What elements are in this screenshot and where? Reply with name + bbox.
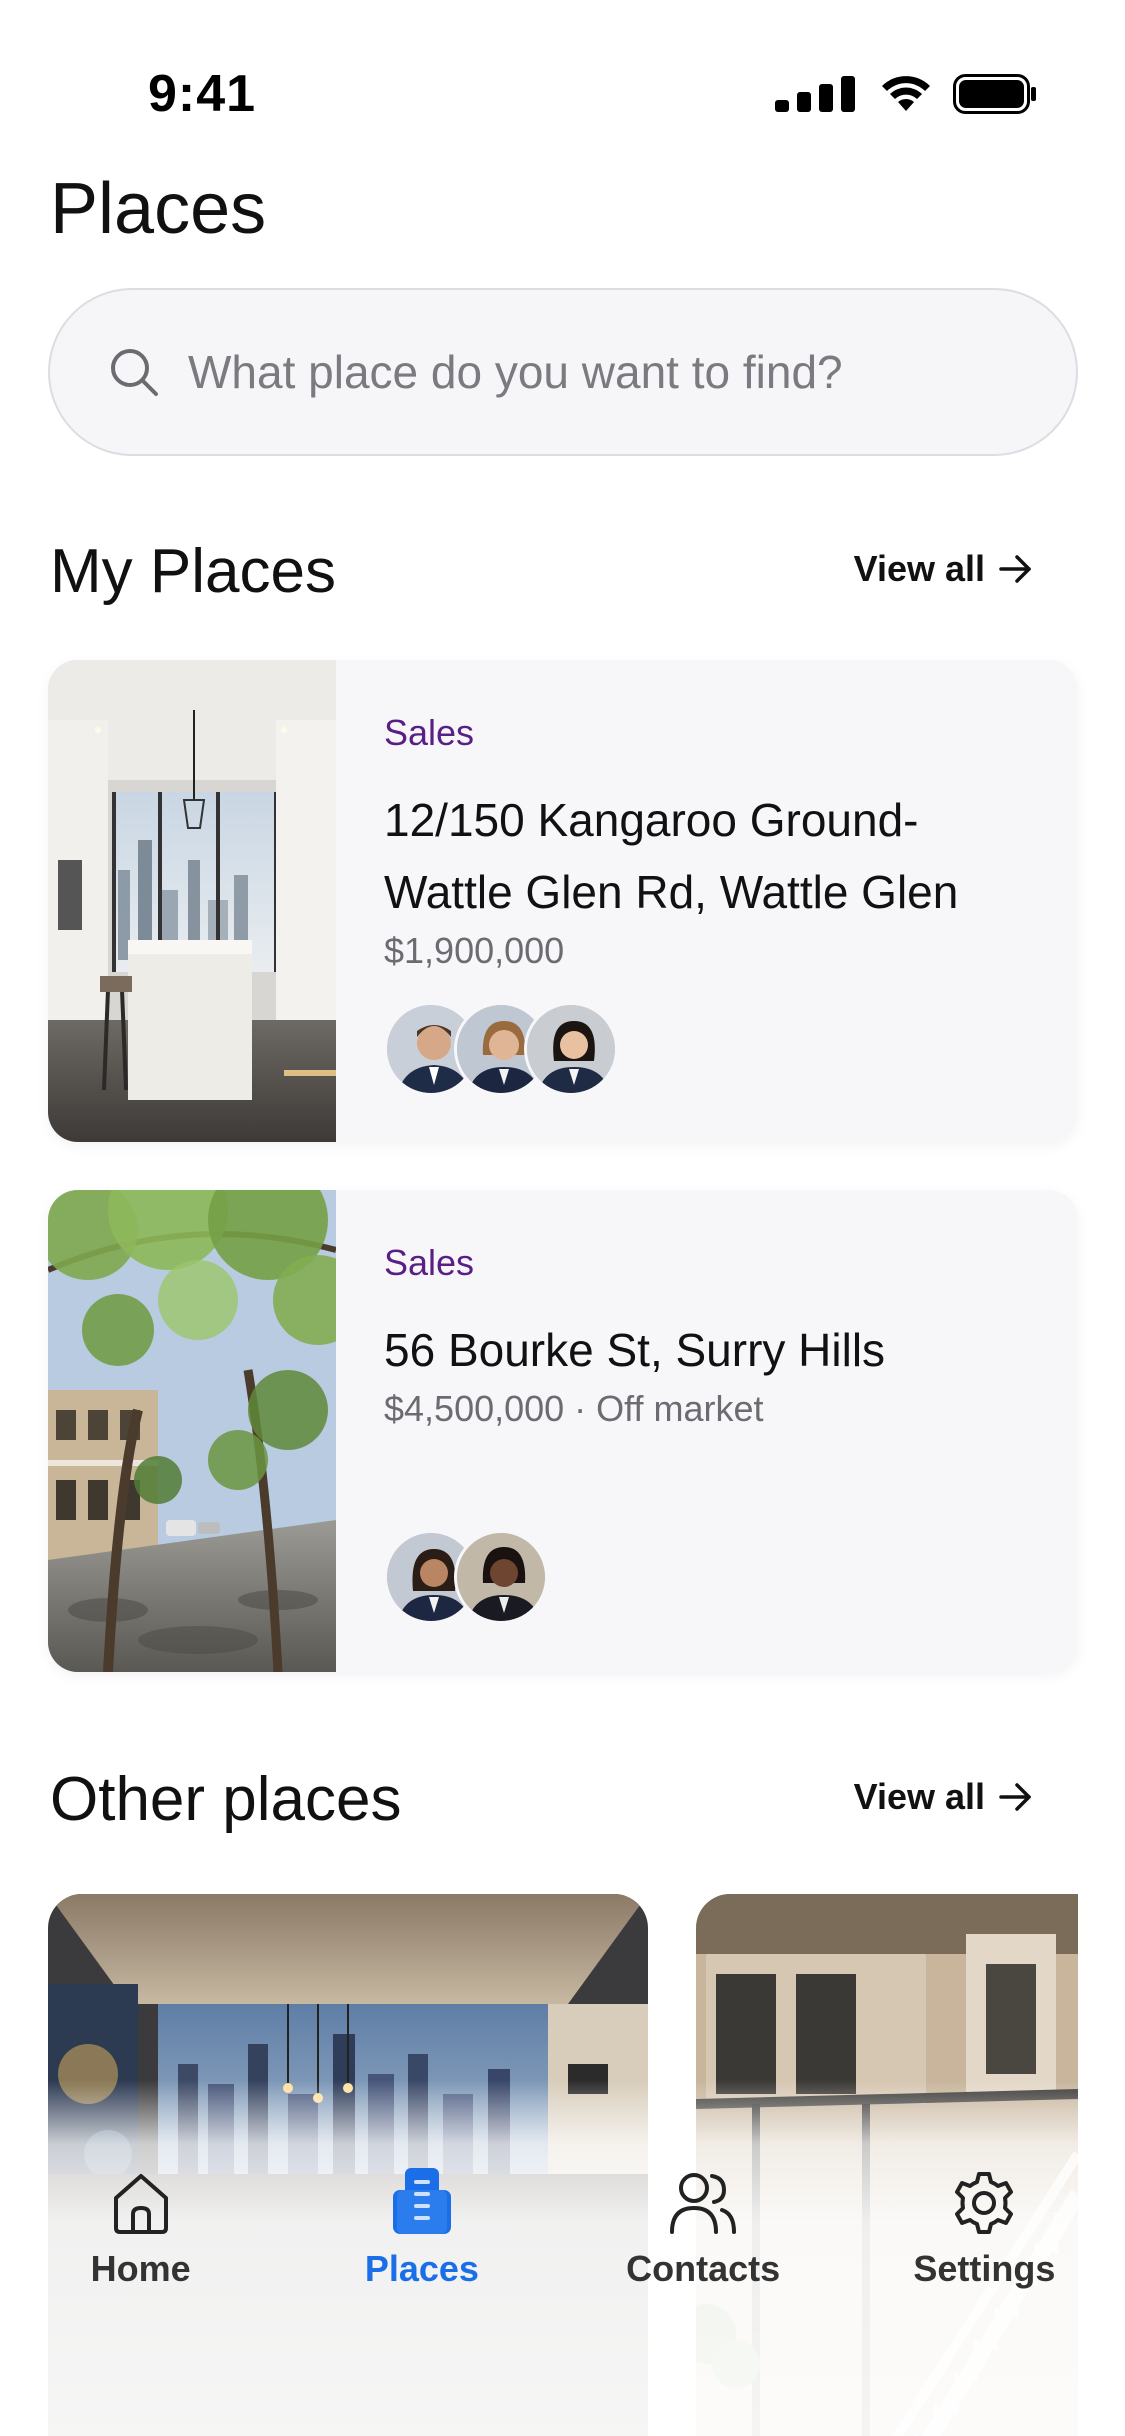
avatar xyxy=(524,1002,618,1096)
agent-avatars xyxy=(384,1530,548,1624)
tab-label: Home xyxy=(90,2248,191,2289)
place-address: 12/150 Kangaroo Ground-Wattle Glen Rd, W… xyxy=(384,794,959,918)
search-input[interactable] xyxy=(188,345,1008,399)
tab-label: Places xyxy=(364,2248,479,2289)
place-photo-kitchen xyxy=(48,660,336,1142)
tab-bar: Home Places Contacts Settings xyxy=(0,2160,1125,2310)
battery-icon xyxy=(953,74,1036,114)
search-icon xyxy=(111,349,158,396)
place-address: 56 Bourke St, Surry Hills xyxy=(384,1324,886,1376)
page-title: Places xyxy=(50,169,267,249)
other-places-title: Other places xyxy=(50,1765,402,1834)
view-all-label: View all xyxy=(853,1776,985,1817)
status-time: 9:41 xyxy=(148,65,257,123)
arrow-right-icon xyxy=(999,555,1031,583)
view-all-label: View all xyxy=(853,548,985,589)
cellular-signal-icon xyxy=(775,76,855,112)
place-photo-street xyxy=(48,1190,336,1672)
arrow-right-icon xyxy=(999,1783,1031,1811)
wifi-icon xyxy=(882,76,930,111)
tab-contacts[interactable]: Contacts xyxy=(563,2160,844,2310)
my-places-view-all-link[interactable]: View all xyxy=(854,548,1033,590)
tab-label: Contacts xyxy=(626,2248,781,2289)
places-screen: 9:41 Places What place do you want to fi… xyxy=(0,0,1125,2436)
place-info: Sales 12/150 Kangaroo Ground-Wattle Glen… xyxy=(384,712,1038,972)
avatar xyxy=(454,1530,548,1624)
status-bar: 9:41 xyxy=(0,0,1125,190)
other-places-view-all-link[interactable]: View all xyxy=(854,1776,1033,1818)
place-price: $1,900,000 xyxy=(384,930,565,971)
contacts-icon xyxy=(670,2173,737,2234)
home-icon xyxy=(113,2174,168,2234)
tab-label: Settings xyxy=(913,2248,1056,2289)
search-bar[interactable] xyxy=(48,288,1078,456)
my-places-title: My Places xyxy=(50,537,336,606)
tab-settings[interactable]: Settings xyxy=(844,2160,1125,2310)
agent-avatars xyxy=(384,1002,618,1096)
place-card[interactable]: Sales 56 Bourke St, Surry Hills $4,500,0… xyxy=(48,1190,1078,1672)
place-price: $4,500,000 · Off market xyxy=(384,1388,764,1429)
place-card[interactable]: Sales 12/150 Kangaroo Ground-Wattle Glen… xyxy=(48,660,1078,1142)
tab-places[interactable]: Places xyxy=(281,2160,562,2310)
place-category: Sales xyxy=(384,712,475,753)
tab-home[interactable]: Home xyxy=(0,2160,281,2310)
place-category: Sales xyxy=(384,1242,475,1283)
building-icon xyxy=(392,2168,451,2234)
status-icons xyxy=(775,74,1037,114)
place-info: Sales 56 Bourke St, Surry Hills $4,500,0… xyxy=(384,1242,1038,1430)
gear-icon xyxy=(955,2172,1014,2234)
